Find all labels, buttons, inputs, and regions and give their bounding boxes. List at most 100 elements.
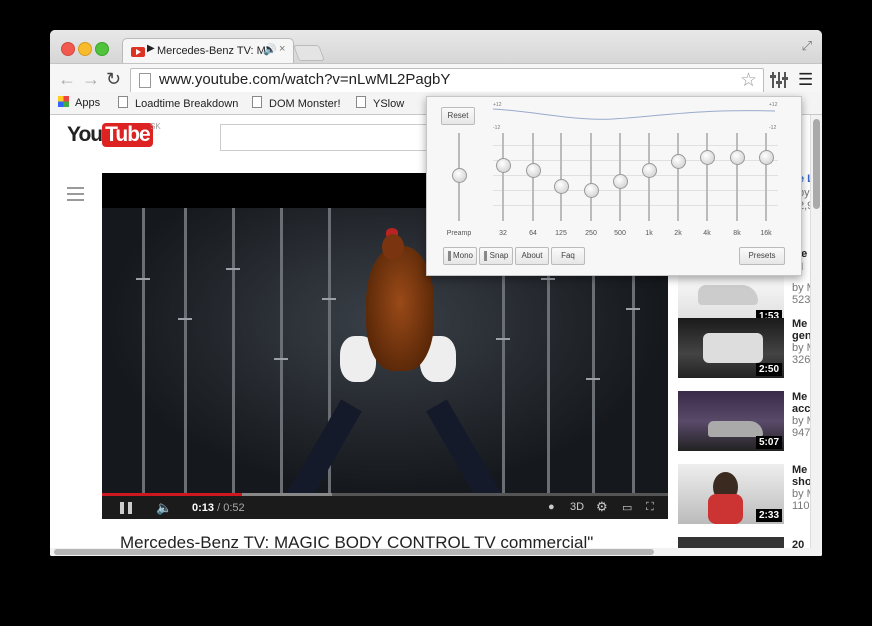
suggested-video[interactable]: 5:07 Me acc by M 947 xyxy=(678,391,816,455)
eq-slider-1k[interactable]: 1k xyxy=(637,127,661,237)
tab-title: Mercedes-Benz TV: MAGIC BODY CONTROL xyxy=(157,45,267,57)
bookmark-star-icon[interactable]: ☆ xyxy=(740,69,757,92)
chrome-menu-icon[interactable]: ☰ xyxy=(798,70,813,90)
youtube-logo[interactable]: You Tube SK xyxy=(67,122,161,147)
fullscreen-icon[interactable]: ⤢ xyxy=(802,38,812,54)
bookmark-label: YSlow xyxy=(373,98,405,110)
eq-slider-preamp[interactable]: Preamp xyxy=(447,127,471,237)
new-tab-button[interactable] xyxy=(293,45,325,61)
slider-track xyxy=(736,133,738,221)
pause-icon[interactable] xyxy=(120,502,132,514)
bookmark-label: Apps xyxy=(75,97,101,109)
slider-knob[interactable] xyxy=(496,157,511,173)
page-icon xyxy=(356,96,366,108)
slider-knob[interactable] xyxy=(642,162,657,178)
region-label: SK xyxy=(150,122,161,131)
bookmark-loadtime[interactable]: Loadtime Breakdown xyxy=(118,96,238,110)
slider-knob[interactable] xyxy=(671,154,686,170)
current-time: 0:13 xyxy=(192,502,215,514)
video-thumbnail[interactable]: 2:50 xyxy=(678,318,784,378)
slider-track xyxy=(677,133,679,221)
fullscreen-button-icon[interactable]: ⛶ xyxy=(646,501,654,514)
3d-button[interactable]: 3D xyxy=(570,501,584,513)
annotations-icon[interactable]: ● xyxy=(548,501,555,513)
title-bar: ▶ Mercedes-Benz TV: MAGIC BODY CONTROL 🔊… xyxy=(50,30,822,64)
youtube-favicon-icon xyxy=(131,47,145,57)
eq-slider-64[interactable]: 64 xyxy=(521,127,545,237)
slider-label: 16k xyxy=(760,230,772,237)
page-icon xyxy=(252,96,262,108)
vertical-scrollbar[interactable] xyxy=(810,115,822,556)
reload-icon[interactable]: ↻ xyxy=(106,69,121,90)
scroll-thumb[interactable] xyxy=(813,119,820,209)
video-thumbnail[interactable]: 5:07 xyxy=(678,391,784,451)
bookmark-apps[interactable]: Apps xyxy=(58,96,100,109)
slider-knob[interactable] xyxy=(613,174,628,190)
suggested-video[interactable]: 2:50 Me gen by M 326 xyxy=(678,318,816,382)
time-display: 0:13 / 0:52 xyxy=(192,502,245,514)
equalizer-extension-icon[interactable] xyxy=(770,70,788,90)
slider-knob[interactable] xyxy=(526,162,541,178)
back-icon[interactable]: ← xyxy=(58,69,76,90)
eq-curve xyxy=(493,108,775,120)
snap-label: Snap xyxy=(489,251,509,260)
eq-slider-2k[interactable]: 2k xyxy=(666,127,690,237)
player-controls: 🔈 0:13 / 0:52 ● 3D ⚙ ▭ ⛶ xyxy=(102,496,668,519)
slider-knob[interactable] xyxy=(700,149,715,165)
bookmark-label: DOM Monster! xyxy=(269,98,341,110)
bookmark-label: Loadtime Breakdown xyxy=(135,98,239,110)
eq-slider-16k[interactable]: 16k xyxy=(754,127,778,237)
snap-button[interactable]: Snap xyxy=(479,247,513,265)
browser-window: ▶ Mercedes-Benz TV: MAGIC BODY CONTROL 🔊… xyxy=(50,30,822,556)
about-button[interactable]: About xyxy=(515,247,549,265)
zoom-window-button[interactable] xyxy=(95,42,109,56)
duration-badge: 2:50 xyxy=(755,363,782,376)
slider-knob[interactable] xyxy=(554,178,569,194)
minimize-window-button[interactable] xyxy=(78,42,92,56)
tab-close-icon[interactable]: × xyxy=(279,43,285,55)
slider-knob[interactable] xyxy=(452,168,467,184)
presets-button[interactable]: Presets xyxy=(739,247,785,265)
faq-button[interactable]: Faq xyxy=(551,247,585,265)
page-icon xyxy=(118,96,128,108)
slider-track xyxy=(502,133,504,221)
speaker-icon: 🔊 xyxy=(263,44,277,56)
settings-gear-icon[interactable]: ⚙ xyxy=(596,499,608,515)
slider-knob[interactable] xyxy=(730,149,745,165)
theater-mode-icon[interactable]: ▭ xyxy=(622,501,632,514)
horizontal-scrollbar[interactable] xyxy=(50,548,822,556)
slider-knob[interactable] xyxy=(584,183,599,199)
eq-slider-4k[interactable]: 4k xyxy=(695,127,719,237)
slider-knob[interactable] xyxy=(759,149,774,165)
scroll-thumb[interactable] xyxy=(54,549,654,555)
bookmark-yslow[interactable]: YSlow xyxy=(356,96,404,110)
video-thumbnail[interactable]: 2:33 xyxy=(678,464,784,524)
duration-badge: 5:07 xyxy=(755,436,782,449)
eq-slider-32[interactable]: 32 xyxy=(491,127,515,237)
mono-button[interactable]: Mono xyxy=(443,247,477,265)
volume-icon[interactable]: 🔈 xyxy=(156,500,172,516)
reset-button[interactable]: Reset xyxy=(441,107,475,125)
address-bar[interactable]: www.youtube.com/watch?v=nLwML2PagbY ☆ xyxy=(130,68,764,94)
close-window-button[interactable] xyxy=(61,42,75,56)
logo-tube: Tube xyxy=(102,123,153,147)
browser-tab[interactable]: ▶ Mercedes-Benz TV: MAGIC BODY CONTROL 🔊… xyxy=(122,38,294,64)
eq-slider-8k[interactable]: 8k xyxy=(725,127,749,237)
slider-label: Preamp xyxy=(446,230,472,237)
slider-track xyxy=(765,133,767,221)
page-icon xyxy=(139,73,151,88)
guide-menu-icon[interactable] xyxy=(67,187,84,205)
eq-slider-500[interactable]: 500 xyxy=(608,127,632,237)
slider-track xyxy=(706,133,708,221)
search-input[interactable] xyxy=(220,124,442,151)
suggested-video[interactable]: 2:33 Me sho by M 110 xyxy=(678,464,816,528)
eq-slider-125[interactable]: 125 xyxy=(549,127,573,237)
bookmark-dom-monster[interactable]: DOM Monster! xyxy=(252,96,341,110)
chicken-image xyxy=(366,228,434,371)
eq-slider-250[interactable]: 250 xyxy=(579,127,603,237)
duration-badge: 2:33 xyxy=(755,509,782,522)
slider-track xyxy=(590,133,592,221)
forward-icon[interactable]: → xyxy=(82,69,100,90)
address-url[interactable]: www.youtube.com/watch?v=nLwML2PagbY xyxy=(159,71,450,88)
slider-track xyxy=(560,133,562,221)
